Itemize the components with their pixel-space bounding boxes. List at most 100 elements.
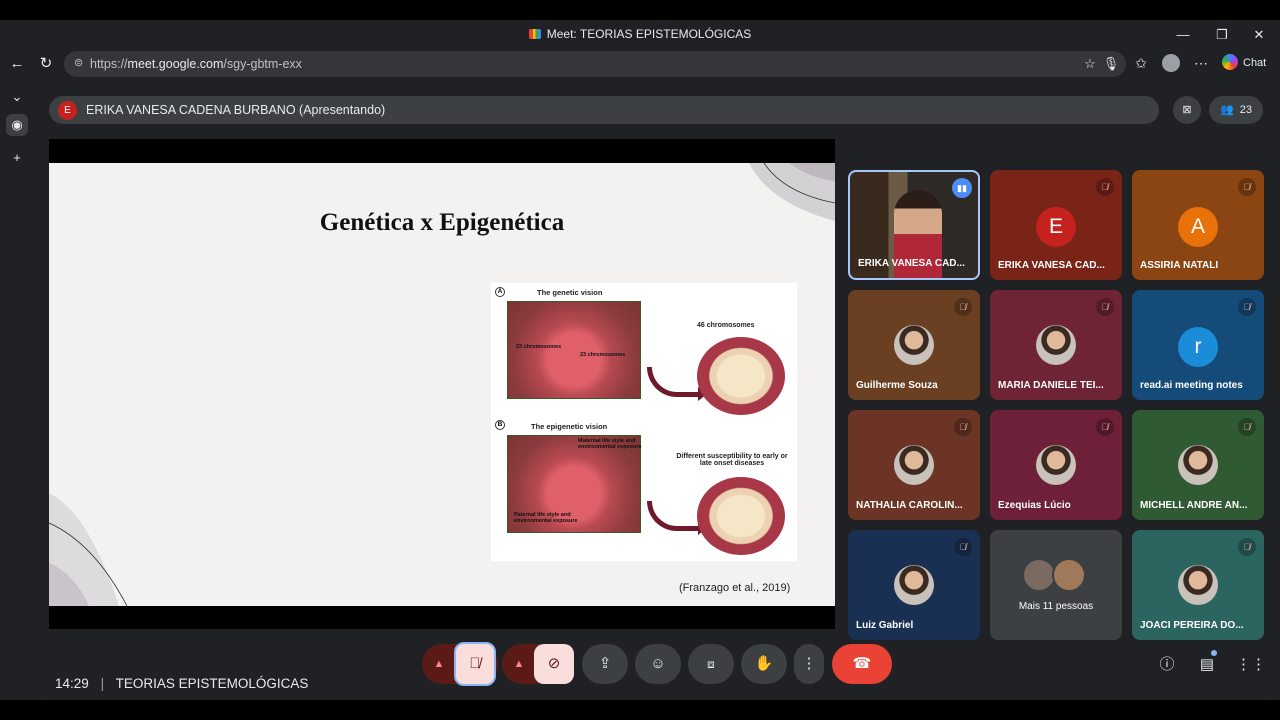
- participant-avatar: r: [1178, 327, 1218, 367]
- activities-grid-icon[interactable]: ⋮⋮: [1236, 654, 1266, 676]
- participant-name: ASSIRIA NATALI: [1140, 260, 1219, 271]
- meeting-time: 14:29: [55, 676, 89, 691]
- participant-tile[interactable]: 🎙̸ Luiz Gabriel: [848, 530, 980, 640]
- reactions-button[interactable]: ☺: [635, 644, 681, 684]
- participant-avatar: [894, 445, 934, 485]
- participant-tile[interactable]: E 🎙̸ ERIKA VANESA CAD...: [990, 170, 1122, 280]
- present-screen-button[interactable]: ⇪: [582, 644, 628, 684]
- participant-tile[interactable]: Mais 11 pessoas: [990, 530, 1122, 640]
- participant-tile[interactable]: 🎙̸ Ezequias Lúcio: [990, 410, 1122, 520]
- meet-logo-icon: [528, 29, 541, 39]
- panel-b-egg-label-2: Paternal life style and environmental ex…: [514, 512, 578, 524]
- participant-name: MICHELL ANDRE AN...: [1140, 500, 1248, 511]
- camera-options-chevron-icon[interactable]: ▲: [502, 644, 536, 684]
- microphone-off-button[interactable]: 🎙̸: [454, 642, 496, 686]
- participant-name: NATHALIA CAROLIN...: [856, 500, 963, 511]
- favorites-icon[interactable]: ✩: [1130, 52, 1152, 74]
- participant-name: ERIKA VANESA CAD...: [998, 260, 1105, 271]
- mic-off-icon: 🎙̸: [1238, 298, 1256, 316]
- genetics-figure: A The genetic vision 23 chromosomes 23 c…: [491, 283, 797, 561]
- participant-name: JOACI PEREIRA DO...: [1140, 620, 1244, 631]
- panel-b-heading: The epigenetic vision: [531, 422, 608, 431]
- slide-title: Genética x Epigenética: [319, 209, 565, 236]
- maximize-button[interactable]: ❐: [1207, 25, 1237, 45]
- mic-off-icon: 🎙̸: [1238, 418, 1256, 436]
- more-options-button[interactable]: ⋮: [794, 644, 824, 684]
- title-bar: Meet: TEORIAS EPISTEMOLÓGICAS — ❐ ✕: [0, 20, 1280, 50]
- mic-off-icon: 🎙̸: [1238, 178, 1256, 196]
- window-title: Meet: TEORIAS EPISTEMOLÓGICAS: [0, 27, 1280, 41]
- panel-a-egg-label-1: 23 chromosomes: [516, 344, 562, 350]
- mic-off-icon: 🎙̸: [1238, 538, 1256, 556]
- participant-avatar: [1178, 445, 1218, 485]
- more-menu-icon[interactable]: ⋯: [1190, 52, 1212, 74]
- participant-tile[interactable]: 🎙̸ NATHALIA CAROLIN...: [848, 410, 980, 520]
- back-arrow-icon[interactable]: ←: [5, 52, 29, 76]
- meet-record-icon[interactable]: ◉: [6, 114, 28, 136]
- bookmark-star-icon[interactable]: ☆: [1081, 55, 1099, 73]
- mic-off-icon: 🎙̸: [1096, 418, 1114, 436]
- participants-button[interactable]: 👥 23: [1209, 96, 1263, 124]
- window-title-text: Meet: TEORIAS EPISTEMOLÓGICAS: [546, 27, 752, 41]
- panel-a-result: 46 chromosomes: [697, 322, 755, 329]
- profile-avatar[interactable]: [1160, 52, 1182, 74]
- panel-b-fetus-image: [697, 477, 785, 555]
- participant-tile[interactable]: 🎙̸ Guilherme Souza: [848, 290, 980, 400]
- minimize-button[interactable]: —: [1168, 25, 1198, 45]
- participant-name: Mais 11 pessoas: [1018, 601, 1094, 612]
- mic-options-chevron-icon[interactable]: ▲: [422, 644, 456, 684]
- address-bar[interactable]: ⊜ https://meet.google.com/sgy-gbtm-exx ☆…: [64, 51, 1126, 77]
- presenter-avatar: E: [58, 101, 77, 120]
- presentation-off-icon[interactable]: ⊠: [1173, 96, 1201, 124]
- participant-tile[interactable]: 🎙̸ JOACI PEREIRA DO...: [1132, 530, 1264, 640]
- close-window-button[interactable]: ✕: [1244, 25, 1274, 45]
- meeting-info-icon[interactable]: ⓘ: [1156, 654, 1178, 676]
- url-prefix: https://: [90, 57, 128, 71]
- participant-name: MARIA DANIELE TEI...: [998, 380, 1104, 391]
- mic-off-icon: 🎙̸: [469, 655, 481, 672]
- raise-hand-button[interactable]: ✋: [741, 644, 787, 684]
- participant-tile[interactable]: 🎙̸ MICHELL ANDRE AN...: [1132, 410, 1264, 520]
- participant-avatar: E: [1036, 207, 1076, 247]
- captions-button[interactable]: ⧈: [688, 644, 734, 684]
- panel-a-arrow: [647, 367, 707, 401]
- participant-tile[interactable]: 🎙̸ MARIA DANIELE TEI...: [990, 290, 1122, 400]
- speaking-indicator-icon: ▮▮: [952, 178, 972, 198]
- end-call-button[interactable]: ☎: [832, 644, 892, 684]
- panel-a-letter: A: [495, 287, 505, 297]
- people-icon: 👥: [1220, 104, 1234, 116]
- panel-b-egg-image: Maternal life style and environmental ex…: [507, 435, 642, 533]
- reload-icon[interactable]: ↻: [34, 52, 58, 76]
- slide-citation: (Franzago et al., 2019): [679, 582, 791, 594]
- chat-icon[interactable]: ▤: [1196, 654, 1218, 676]
- mic-off-icon: 🎙̸: [954, 418, 972, 436]
- participant-name: ERIKA VANESA CAD...: [858, 258, 965, 269]
- chevron-down-icon[interactable]: ⌄: [6, 86, 28, 108]
- presentation-stage: Genética x Epigenética A The genetic vis…: [49, 139, 835, 629]
- meeting-name: TEORIAS EPISTEMOLÓGICAS: [115, 676, 309, 691]
- participant-avatar: [1052, 558, 1086, 592]
- present-icon: ⇪: [598, 655, 612, 672]
- meeting-details: 14:29 | TEORIAS EPISTEMOLÓGICAS: [55, 676, 308, 691]
- microphone-icon[interactable]: 🎙: [1102, 55, 1120, 73]
- copilot-chat-button[interactable]: Chat: [1222, 53, 1266, 73]
- participant-tile[interactable]: ▮▮ ERIKA VANESA CAD...: [848, 170, 980, 280]
- participant-avatar: [1036, 325, 1076, 365]
- add-icon[interactable]: +: [6, 147, 28, 169]
- participant-tile[interactable]: A 🎙̸ ASSIRIA NATALI: [1132, 170, 1264, 280]
- browser-toolbar: ← ↻ ⊜ https://meet.google.com/sgy-gbtm-e…: [0, 50, 1280, 78]
- meeting-separator: |: [100, 676, 105, 691]
- participant-tile[interactable]: r 🎙̸ read.ai meeting notes: [1132, 290, 1264, 400]
- panel-a-heading: The genetic vision: [537, 288, 603, 297]
- panel-b-letter: B: [495, 420, 505, 430]
- participant-avatar: A: [1178, 207, 1218, 247]
- url-host: meet.google.com: [127, 57, 224, 71]
- url-path: /sgy-gbtm-exx: [223, 57, 302, 71]
- camera-off-button[interactable]: ⊘: [534, 644, 574, 684]
- participant-name: Luiz Gabriel: [856, 620, 914, 631]
- site-info-icon[interactable]: ⊜: [74, 56, 88, 70]
- emoji-icon: ☺: [650, 655, 666, 672]
- participant-name: Ezequias Lúcio: [998, 500, 1071, 511]
- participant-name: Guilherme Souza: [856, 380, 938, 391]
- chat-label: Chat: [1243, 57, 1267, 69]
